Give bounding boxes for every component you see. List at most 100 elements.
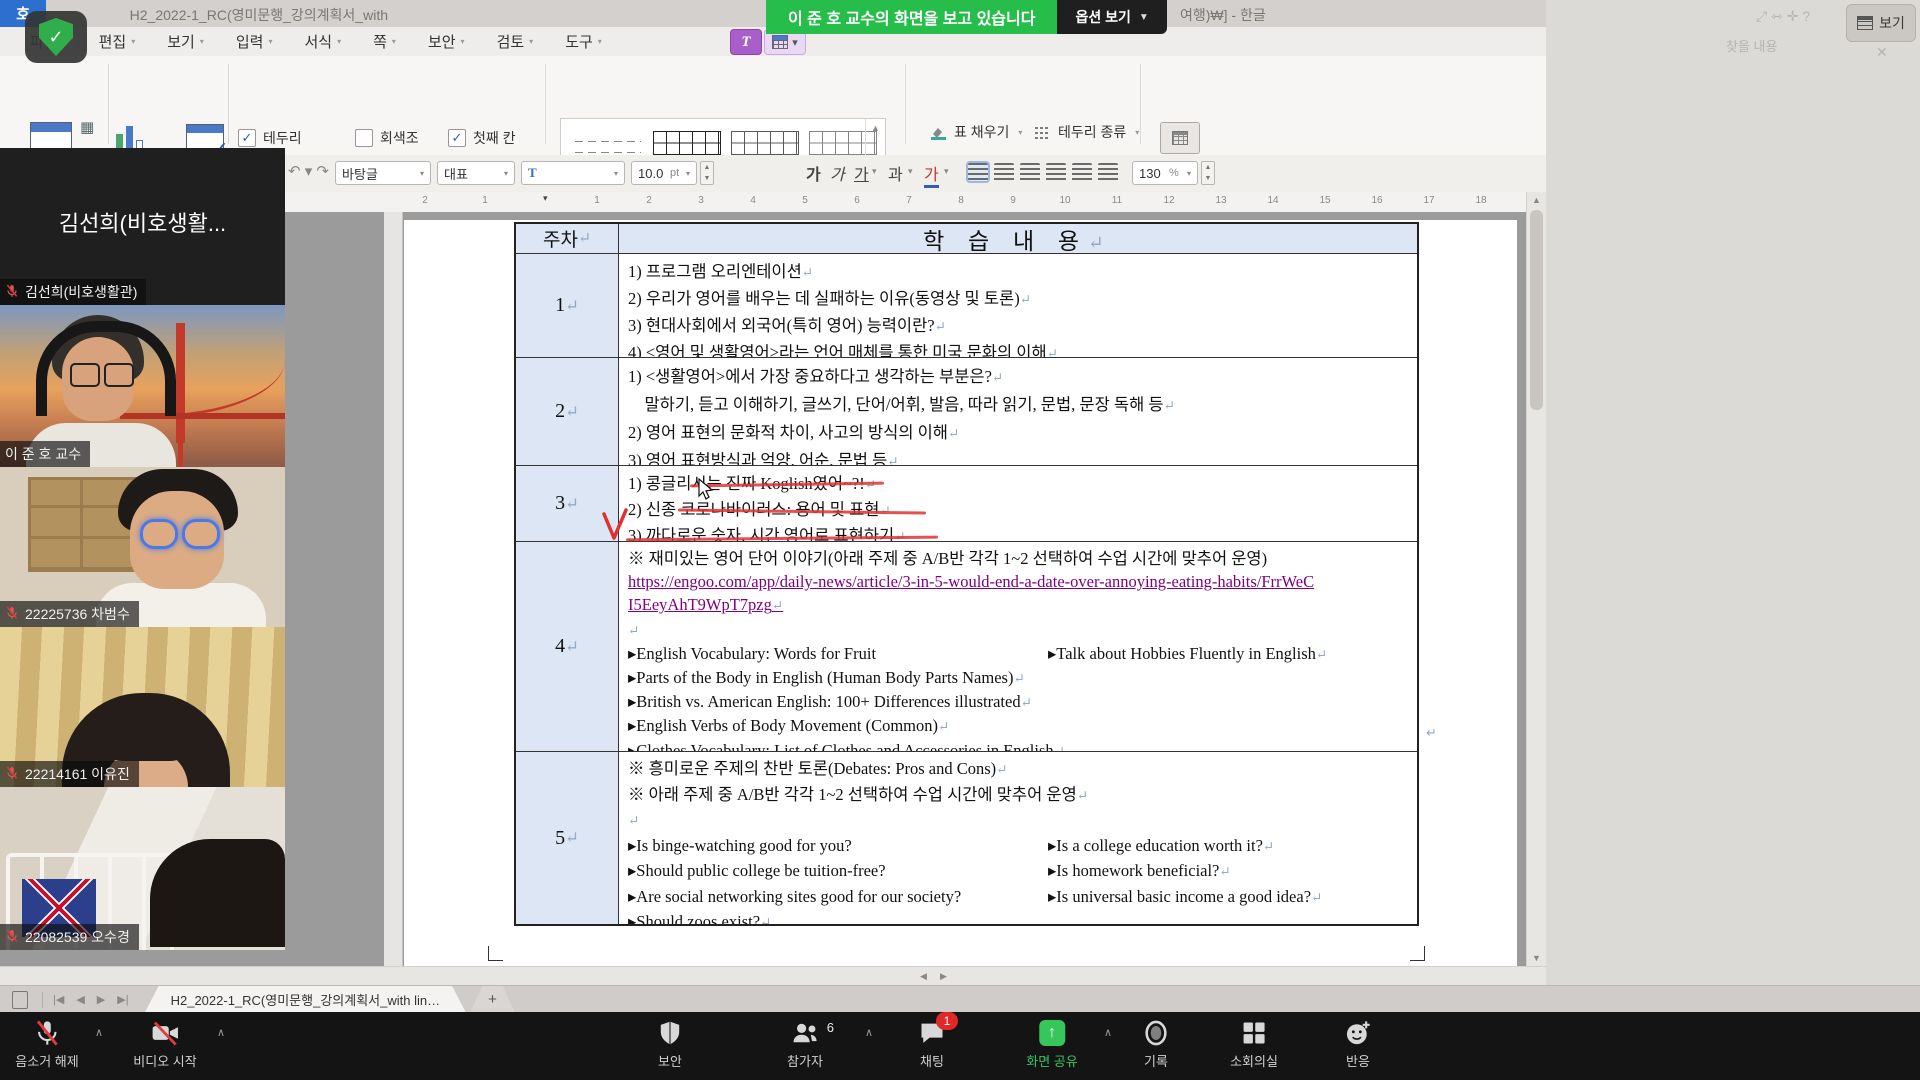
preset-combo[interactable]: 대표▾ (437, 161, 515, 185)
next-tab-button[interactable]: ▶ (91, 993, 111, 1006)
align-distribute-button[interactable] (1072, 163, 1092, 181)
shield-check-icon: ✓ (39, 18, 73, 56)
participant-tile-4[interactable]: 22214161 이유진 (0, 627, 285, 787)
zoom-security-button[interactable]: 보안 (657, 1018, 683, 1070)
align-divide-button[interactable] (1098, 163, 1118, 181)
tool-표 채우기[interactable]: 표 채우기▾ (930, 122, 1022, 142)
chevron-up-icon[interactable]: ∧ (217, 1026, 225, 1039)
scroll-thumb[interactable] (1530, 210, 1543, 410)
view-button[interactable]: 보기 (1846, 4, 1916, 42)
strike-dropdown-icon[interactable]: ▾ (908, 166, 913, 177)
edit-tool-button[interactable]: T (730, 29, 762, 55)
table-row-week-5: 5↵※ 흥미로운 주제의 찬반 토론(Debates: Pros and Con… (516, 752, 1417, 924)
document-page[interactable]: 주차↵학 습 내 용↵1↵1) 프로그램 오리엔테이션↵2) 우리가 영어를 배… (404, 220, 1517, 966)
menu-검토[interactable]: 검토▾ (481, 27, 550, 56)
table-madang-icon[interactable] (1160, 122, 1200, 154)
zoom-start-video-button[interactable]: 비디오 시작 (133, 1018, 196, 1070)
zoom-breakout-button[interactable]: 소회의실 (1230, 1018, 1278, 1070)
undo-redo-icons[interactable]: ↶ ▾ ↷ (288, 162, 329, 180)
scroll-down-icon[interactable]: ▼ (1532, 953, 1541, 963)
new-tab-button[interactable]: + (470, 986, 515, 1013)
align-justify-button[interactable] (968, 163, 988, 181)
zoom-share-button[interactable]: ↑화면 공유 (1026, 1018, 1077, 1070)
view-options-button[interactable]: 옵션 보기▼ (1057, 0, 1166, 34)
hyperlink[interactable]: https://engoo.com/app/daily-news/article… (628, 572, 1314, 591)
zoom-record-button[interactable]: 기록 (1142, 1018, 1170, 1070)
font-combo[interactable]: T▾ (521, 161, 625, 185)
participant-tile-3[interactable]: 22225736 차범수 (0, 467, 285, 627)
ruler-number: 11 (1112, 195, 1122, 206)
right-column-text: ▸Is a college education worth it?↵ (1048, 834, 1274, 860)
checkbox-회색조[interactable]: 회색조 (355, 128, 419, 148)
font-size-input[interactable]: 10.0pt▾ (631, 161, 697, 185)
menu-서식[interactable]: 서식▾ (288, 27, 357, 56)
document-tab[interactable]: H2_2022-1_RC(영미문행_강의계획서_with lin… (145, 986, 467, 1013)
screen: 호 H2_2022-1_RC(영미문행_강의계획서_with 여행)₩] - 한… (0, 0, 1920, 1080)
font-color-button[interactable]: 가 (924, 161, 939, 188)
tool-테두리 종류[interactable]: 테두리 종류▾ (1034, 122, 1139, 142)
participant-name: 22225736 차범수 (25, 604, 130, 624)
participant-tile-1[interactable]: 김선희(비호생활...김선희(비호생활관) (0, 148, 285, 305)
checkbox-첫째 칸[interactable]: ✓첫째 칸 (448, 128, 516, 148)
mic-off-icon (5, 929, 19, 946)
underline-button[interactable]: 가 (854, 161, 869, 185)
prev-tab-button[interactable]: ◀ (70, 993, 90, 1006)
style-combo[interactable]: 바탕글▾ (335, 161, 431, 185)
ruler-number: 17 (1423, 195, 1434, 206)
scroll-up-icon[interactable]: ▲ (1532, 195, 1541, 205)
scroll-up-icon[interactable]: ▲ (871, 123, 880, 133)
participant-tile-5[interactable]: 22082539 오수경 (0, 787, 285, 950)
underline-dropdown-icon[interactable]: ▾ (872, 166, 877, 177)
menu-보기[interactable]: 보기▾ (151, 27, 220, 56)
table-edit-icon[interactable]: ▦ (80, 118, 94, 136)
hyperlink[interactable]: I5EeyAhT9WpT7pzg↵ (628, 595, 783, 614)
menu-도구[interactable]: 도구▾ (549, 27, 618, 56)
chevron-up-icon[interactable]: ∧ (1104, 1026, 1112, 1039)
header-week-cell: 주차↵ (516, 224, 619, 253)
scroll-right-icon[interactable]: ▶ (940, 971, 947, 982)
menu-편집[interactable]: 편집▾ (83, 27, 152, 56)
menu-label: 쪽 (373, 31, 387, 52)
participant-tile-2[interactable]: 이 준 호 교수 (0, 305, 285, 467)
align-center-button[interactable] (1020, 163, 1040, 181)
margin-marker[interactable]: ▾ (543, 193, 548, 204)
horizontal-scrollbar[interactable]: ◀▶ (0, 966, 1546, 986)
menu-입력[interactable]: 입력▾ (220, 27, 289, 56)
margin-corner-right (1410, 946, 1425, 961)
chevron-up-icon[interactable]: ∧ (865, 1026, 873, 1039)
checkbox-테두리[interactable]: ✓테두리 (238, 128, 302, 148)
chevron-down-icon: ▾ (598, 37, 602, 46)
italic-button[interactable]: 가 (830, 161, 845, 185)
zoom-level-input[interactable]: 130%▾ (1132, 161, 1198, 185)
scroll-left-icon[interactable]: ◀ (920, 971, 927, 982)
zoom-stepper[interactable]: ▲▼ (1201, 161, 1215, 185)
stray-paragraph-mark: ↵ (1426, 725, 1437, 741)
week-cell: 5↵ (516, 752, 619, 924)
menu-label: 보기 (167, 31, 195, 52)
ruler-number: 14 (1267, 195, 1278, 206)
align-left-button[interactable] (994, 163, 1014, 181)
menu-label: 서식 (304, 31, 332, 52)
paragraph-mark: ↵ (772, 598, 783, 613)
ruler-number: 1 (594, 195, 600, 206)
chevron-up-icon[interactable]: ∧ (95, 1026, 103, 1039)
zoom-unmute-button[interactable]: 음소거 해제 (15, 1018, 78, 1070)
font-color-dropdown-icon[interactable]: ▾ (944, 166, 949, 177)
vertical-scrollbar[interactable]: ▲▼ (1526, 192, 1546, 966)
zoom-chat-button[interactable]: 1채팅 (918, 1018, 946, 1070)
align-right-button[interactable] (1046, 163, 1066, 181)
participant-name: 22082539 오수경 (25, 927, 130, 947)
zoom-participants-button[interactable]: 6참가자 (787, 1018, 823, 1070)
font-size-stepper[interactable]: ▲▼ (700, 161, 714, 185)
strike-button[interactable]: 과 (888, 161, 903, 185)
last-tab-button[interactable]: ▶| (111, 993, 134, 1006)
paragraph-mark: ↵ (578, 229, 591, 248)
first-tab-button[interactable]: |◀ (47, 993, 70, 1006)
menu-쪽[interactable]: 쪽▾ (357, 27, 412, 56)
menu-보안[interactable]: 보안▾ (412, 27, 481, 56)
participant-name: 이 준 호 교수 (5, 444, 81, 464)
zoom-reactions-button[interactable]: 반응 (1344, 1018, 1372, 1070)
window-title-left: H2_2022-1_RC(영미문행_강의계획서_with (130, 5, 388, 25)
hwp-ribbon: ▦ ▦ 표 만들기 차트 만들기 표 속성 ✓테두리회색조✓첫째 칸글자/문단 … (0, 56, 1546, 156)
bold-button[interactable]: 가 (806, 161, 821, 185)
